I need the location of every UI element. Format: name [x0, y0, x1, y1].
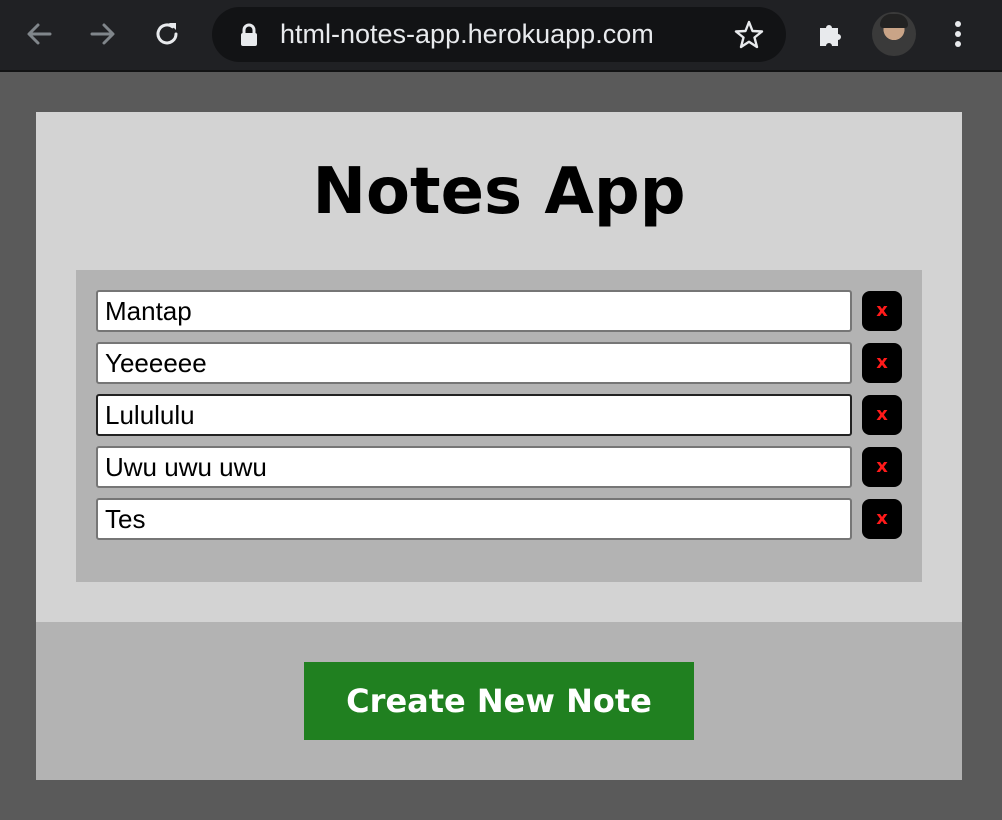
- lock-icon[interactable]: [238, 23, 260, 47]
- note-item: x: [96, 342, 902, 384]
- delete-note-button[interactable]: x: [862, 291, 902, 331]
- note-input[interactable]: [96, 498, 852, 540]
- url-text[interactable]: html-notes-app.herokuapp.com: [280, 19, 654, 50]
- notes-app: Notes App x x x x x Cre: [36, 112, 962, 780]
- note-item: x: [96, 394, 902, 436]
- menu-icon[interactable]: [937, 13, 979, 55]
- note-item: x: [96, 290, 902, 332]
- note-item: x: [96, 498, 902, 540]
- app-footer-area: Create New Note: [36, 622, 962, 780]
- back-arrow-icon[interactable]: [18, 13, 60, 55]
- star-icon[interactable]: [732, 18, 766, 52]
- app-header-area: Notes App x x x x x: [36, 112, 962, 622]
- note-item: x: [96, 446, 902, 488]
- address-bar[interactable]: html-notes-app.herokuapp.com: [212, 7, 786, 62]
- notes-list: x x x x x: [76, 270, 922, 582]
- note-input[interactable]: [96, 446, 852, 488]
- note-input[interactable]: [96, 394, 852, 436]
- delete-note-button[interactable]: x: [862, 395, 902, 435]
- note-input[interactable]: [96, 290, 852, 332]
- delete-note-button[interactable]: x: [862, 343, 902, 383]
- reload-icon[interactable]: [146, 13, 188, 55]
- browser-toolbar: html-notes-app.herokuapp.com: [0, 0, 1002, 72]
- avatar[interactable]: [872, 12, 916, 56]
- note-input[interactable]: [96, 342, 852, 384]
- delete-note-button[interactable]: x: [862, 447, 902, 487]
- page-title: Notes App: [312, 155, 686, 229]
- forward-arrow-icon[interactable]: [82, 13, 124, 55]
- extensions-icon[interactable]: [809, 13, 851, 55]
- delete-note-button[interactable]: x: [862, 499, 902, 539]
- create-note-button[interactable]: Create New Note: [304, 662, 694, 740]
